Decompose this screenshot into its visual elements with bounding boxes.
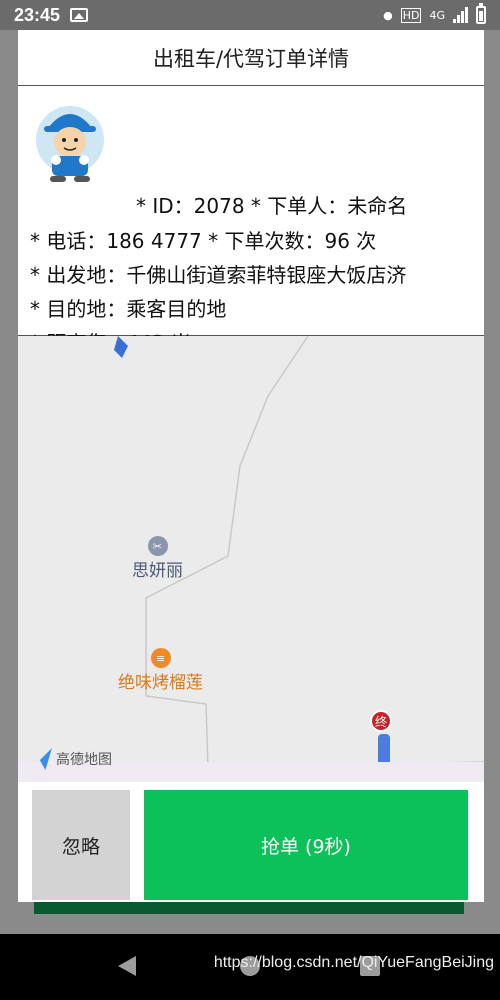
order-id-line: * ID：2078 * 下单人：未命名 bbox=[136, 194, 408, 218]
end-marker-icon: 终 bbox=[370, 710, 392, 732]
amap-logo-icon bbox=[30, 748, 52, 770]
food-icon: ≡ bbox=[150, 648, 171, 668]
location-icon: ● bbox=[383, 8, 393, 22]
driver-avatar-icon bbox=[36, 106, 104, 182]
poi-label: 思妍丽 bbox=[132, 561, 183, 581]
background-strip bbox=[34, 902, 464, 914]
status-icons: ● HD 4G bbox=[383, 3, 486, 24]
order-dialog: 出租车/代驾订单详情 * ID：2078 * 下单人：未命名 * 电话：186 … bbox=[18, 30, 484, 902]
status-time: 23:45 bbox=[14, 4, 61, 25]
map-view[interactable]: ✂ 思妍丽 ≡ 绝味烤榴莲 终 高德地图 bbox=[18, 336, 484, 782]
watermark: https://blog.csdn.net/QiYueFangBeiJing bbox=[213, 954, 494, 971]
amap-logo-text: 高德地图 bbox=[56, 752, 112, 768]
network-label: 4G bbox=[429, 8, 445, 22]
origin-line: * 出发地：千佛山街道索菲特银座大饭店济 bbox=[30, 263, 407, 287]
battery-icon bbox=[476, 3, 486, 24]
hd-icon: HD bbox=[400, 7, 422, 23]
destination-line: * 目的地：乘客目的地 bbox=[30, 297, 227, 321]
poi-siyanli[interactable]: ✂ 思妍丽 bbox=[132, 536, 183, 581]
amap-logo: 高德地图 bbox=[30, 748, 112, 770]
ignore-button[interactable]: 忽略 bbox=[32, 790, 130, 900]
poi-juewei[interactable]: ≡ 绝味烤榴莲 bbox=[118, 648, 203, 693]
back-icon[interactable] bbox=[118, 956, 136, 976]
navigation-bar: https://blog.csdn.net/QiYueFangBeiJing bbox=[0, 934, 500, 1000]
phone-line: * 电话：186 4777 * 下单次数：96 次 bbox=[30, 229, 377, 253]
grab-order-button[interactable]: 抢单 (9秒) bbox=[144, 790, 468, 900]
map-roads bbox=[18, 336, 484, 782]
dialog-title: 出租车/代驾订单详情 bbox=[18, 30, 484, 86]
image-notification-icon bbox=[70, 8, 89, 22]
signal-icon bbox=[453, 7, 468, 23]
action-buttons: 忽略 抢单 (9秒) bbox=[18, 782, 484, 902]
scissors-icon: ✂ bbox=[147, 536, 168, 556]
status-bar: 23:45 ● HD 4G bbox=[0, 0, 500, 30]
poi-label: 绝味烤榴莲 bbox=[118, 673, 203, 693]
order-info: * ID：2078 * 下单人：未命名 * 电话：186 4777 * 下单次数… bbox=[18, 86, 484, 355]
